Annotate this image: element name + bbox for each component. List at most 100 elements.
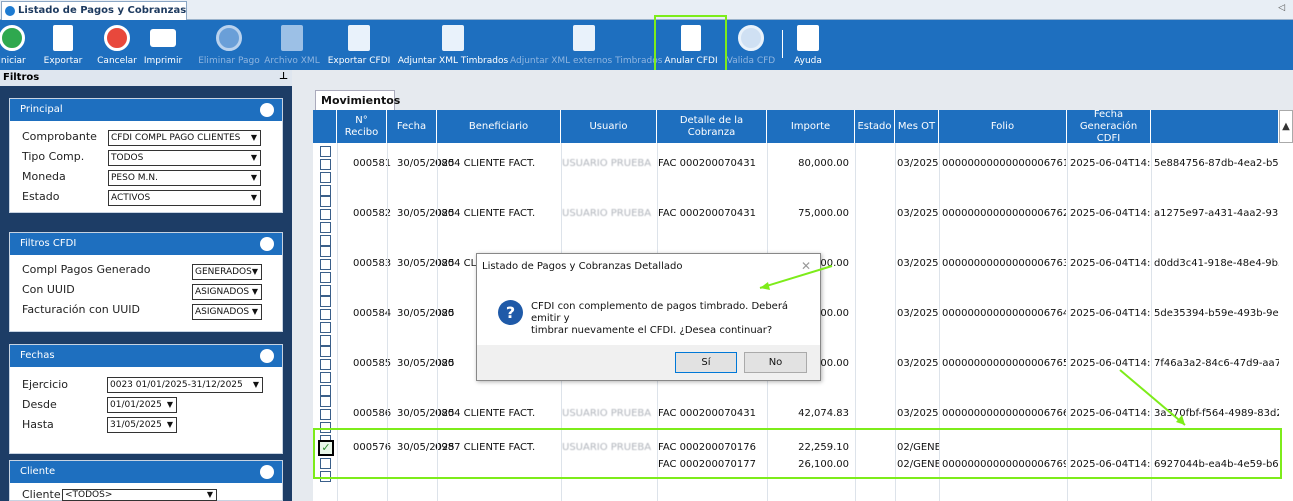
header-mes-ot[interactable]: Mes OT: [895, 110, 939, 143]
tipo-comp-select[interactable]: TODOS ▼: [108, 150, 261, 166]
iniciar-button[interactable]: Iniciar: [0, 20, 32, 70]
header-beneficiario[interactable]: Beneficiario: [437, 110, 561, 143]
close-icon[interactable]: ✕: [801, 259, 811, 273]
estado-value: ACTIVOS: [111, 193, 151, 203]
cliente-select[interactable]: <TODOS> ▼: [62, 489, 217, 501]
imprimir-button[interactable]: Imprimir: [140, 20, 186, 70]
estado-select[interactable]: ACTIVOS ▼: [108, 190, 261, 206]
panel-filtros-cfdi-header[interactable]: Filtros CFDI: [10, 233, 282, 255]
row-checkbox[interactable]: [320, 346, 331, 357]
row-checkbox[interactable]: [320, 296, 331, 307]
cell-benef: 0804 CLIENTE FACT.: [435, 208, 536, 219]
label-facturacion-uuid: Facturación con UUID: [22, 303, 141, 316]
row-checkbox[interactable]: [320, 209, 331, 220]
panel-fechas-header[interactable]: Fechas: [10, 345, 282, 367]
header-recibo[interactable]: N° Recibo: [337, 110, 387, 143]
hasta-date[interactable]: 31/05/2025 ▼: [107, 417, 177, 433]
yes-button[interactable]: Sí: [675, 352, 737, 373]
exportar-cfdi-button[interactable]: Exportar CFDI: [326, 20, 392, 70]
row-checkbox[interactable]: [320, 385, 331, 396]
collapse-icon[interactable]: [260, 465, 274, 479]
row-checkbox[interactable]: [320, 359, 331, 370]
header-detalle[interactable]: Detalle de la Cobranza: [657, 110, 767, 143]
exportar-button[interactable]: Exportar: [38, 20, 88, 70]
ayuda-button[interactable]: Ayuda: [788, 20, 828, 70]
cell-fgen: 2025-06-04T14:19:: [1070, 308, 1152, 319]
row-checkbox[interactable]: [320, 396, 331, 407]
grid-column-line: [895, 143, 896, 501]
header-select: [313, 110, 337, 143]
cell-uuid: 5e884756-87db-4ea2-b558-e: [1154, 158, 1279, 169]
panel-filtros-cfdi: Filtros CFDI Compl Pagos Generado GENERA…: [9, 232, 283, 332]
row-checkbox[interactable]: [320, 196, 331, 207]
row-checkbox[interactable]: [320, 335, 331, 346]
row-checkbox[interactable]: [320, 471, 331, 482]
header-folio[interactable]: Folio: [939, 110, 1067, 143]
no-button[interactable]: No: [744, 352, 807, 373]
archivo-xml-button[interactable]: Archivo XML: [262, 20, 322, 70]
row-checkbox[interactable]: [320, 309, 331, 320]
cell-mes: 02/GENE: [897, 442, 939, 453]
title-bar: Listado de Pagos y Cobranzas Det... ◁: [0, 0, 1293, 20]
label-tipo-comp: Tipo Comp.: [22, 150, 85, 163]
comprobante-select[interactable]: CFDI COMPL PAGO CLIENTES ▼: [108, 130, 261, 146]
header-usuario[interactable]: Usuario: [561, 110, 657, 143]
panel-principal-header[interactable]: Principal: [10, 99, 282, 121]
row-checkbox[interactable]: [320, 409, 331, 420]
moneda-select[interactable]: PESO M.N. ▼: [108, 170, 261, 186]
dropdown-arrow-icon: ▼: [251, 267, 258, 276]
adjuntar-xml-externos-button[interactable]: Adjuntar XML externos Timbrados: [510, 20, 662, 70]
header-fecha-generacion[interactable]: Fecha Generación CDFI: [1067, 109, 1151, 144]
header-fecha[interactable]: Fecha: [387, 110, 437, 143]
cell-folio: 00000000000000006761: [942, 158, 1066, 169]
dropdown-arrow-icon: ▼: [250, 193, 257, 202]
help-book-icon: [797, 25, 819, 51]
row-checkbox[interactable]: [320, 285, 331, 296]
adjuntar-xml-timbrados-button[interactable]: Adjuntar XML Timbrados: [396, 20, 510, 70]
row-checkbox[interactable]: [320, 246, 331, 257]
collapse-icon[interactable]: [260, 103, 274, 117]
header-uuid[interactable]: [1151, 110, 1279, 143]
cell-mes: 02/GENE: [897, 459, 939, 470]
collapse-icon[interactable]: [260, 349, 274, 363]
ejercicio-select[interactable]: 0023 01/01/2025-31/12/2025 ▼: [107, 377, 263, 393]
row-checkbox[interactable]: [320, 235, 331, 246]
row-checkbox[interactable]: [320, 172, 331, 183]
cell-fgen: 2025-06-04T14:19:: [1070, 408, 1152, 419]
pin-icon[interactable]: ⊥: [279, 71, 288, 82]
desde-date[interactable]: 01/01/2025 ▼: [107, 397, 177, 413]
ejercicio-value: 0023 01/01/2025-31/12/2025: [110, 380, 243, 390]
row-checkbox[interactable]: [320, 146, 331, 157]
row-checkbox[interactable]: [320, 159, 331, 170]
row-checkbox[interactable]: ✓: [318, 440, 334, 456]
cell-mes: 03/2025: [897, 308, 939, 319]
cell-fgen: 2025-06-04T14:39:: [1070, 459, 1152, 470]
document-tab[interactable]: Listado de Pagos y Cobranzas Det...: [1, 1, 187, 20]
scroll-up-icon[interactable]: ▲: [1279, 110, 1293, 143]
delete-payment-icon: [216, 25, 242, 51]
row-checkbox[interactable]: [320, 372, 331, 383]
cell-fgen: 2025-06-04T14:19:: [1070, 258, 1152, 269]
con-uuid-select[interactable]: ASIGNADOS ▼: [192, 284, 262, 300]
eliminar-pago-button[interactable]: Eliminar Pago: [198, 20, 260, 70]
row-checkbox[interactable]: [320, 458, 331, 469]
facturacion-uuid-select[interactable]: ASIGNADOS ▼: [192, 304, 262, 320]
row-checkbox[interactable]: [320, 185, 331, 196]
row-checkbox[interactable]: [320, 222, 331, 233]
row-checkbox[interactable]: [320, 272, 331, 283]
panel-fechas: Fechas Ejercicio 0023 01/01/2025-31/12/2…: [9, 344, 283, 454]
row-checkbox[interactable]: [320, 322, 331, 333]
collapse-icon[interactable]: [260, 237, 274, 251]
tab-scroll-icon[interactable]: ◁: [1278, 3, 1285, 13]
row-checkbox[interactable]: [320, 422, 331, 433]
panel-cliente-header[interactable]: Cliente: [10, 461, 282, 483]
cancelar-button[interactable]: Cancelar: [94, 20, 140, 70]
dropdown-arrow-icon: ▼: [250, 173, 257, 182]
header-importe[interactable]: Importe: [767, 110, 855, 143]
header-estado[interactable]: Estado: [855, 110, 895, 143]
facturacion-uuid-value: ASIGNADOS: [195, 307, 250, 317]
valida-cfd-button[interactable]: Valida CFD: [726, 20, 776, 70]
tab-movimientos[interactable]: Movimientos: [315, 90, 400, 110]
row-checkbox[interactable]: [320, 259, 331, 270]
compl-pagos-select[interactable]: GENERADOS ▼: [192, 264, 262, 280]
